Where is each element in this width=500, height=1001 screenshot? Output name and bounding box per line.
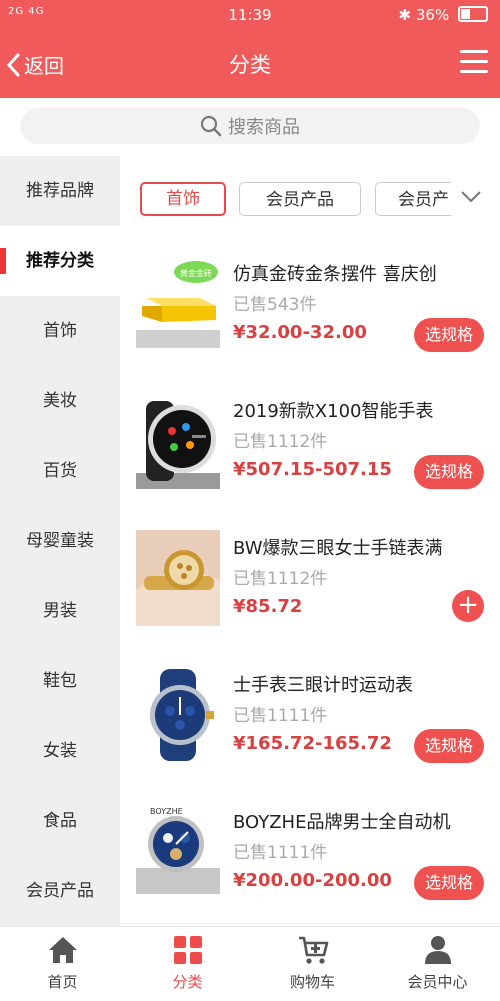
tab-jewelry[interactable]: 首饰 — [140, 182, 226, 216]
tab-home[interactable]: 首页 — [0, 927, 125, 1001]
battery-icon — [458, 6, 488, 22]
product-price: ¥85.72 — [233, 596, 303, 617]
product-name: BW爆款三眼女士手链表满 — [233, 538, 443, 559]
tab-label: 购物车 — [289, 973, 335, 991]
product-sold: 已售1111件 — [233, 706, 328, 726]
product-item[interactable]: 黄金金砖 仿真金砖金条摆件 喜庆创 已售543件 ¥32.00-32.00 选规… — [120, 238, 500, 376]
product-name: 2019新款X100智能手表 — [233, 401, 434, 422]
tab-member-products-2[interactable]: 会员产 — [375, 182, 451, 216]
home-icon — [49, 937, 77, 963]
sidebar-item-member-products[interactable]: 会员产品 — [0, 856, 120, 926]
user-icon — [425, 936, 451, 964]
sidebar-item-shoes-bags[interactable]: 鞋包 — [0, 646, 120, 716]
category-sidebar: 推荐品牌 推荐分类 首饰 美妆 百货 母婴童装 男装 鞋包 女装 食品 会员产品 — [0, 156, 120, 926]
blue-sport-watch-image — [136, 667, 220, 763]
image-badge-text: 黄金金砖 — [180, 268, 212, 278]
select-spec-button[interactable]: 选规格 — [414, 455, 484, 489]
product-item[interactable]: BOYZHE BOYZHE品牌男士全自动机 已售1111件 ¥200.00-20… — [120, 786, 500, 924]
product-price: ¥32.00-32.00 — [233, 322, 367, 343]
tab-cart[interactable]: 购物车 — [250, 927, 375, 1001]
select-spec-button[interactable]: 选规格 — [414, 729, 484, 763]
sidebar-item-general[interactable]: 百货 — [0, 436, 120, 506]
product-sold: 已售1112件 — [233, 569, 328, 589]
sidebar-item-beauty[interactable]: 美妆 — [0, 366, 120, 436]
search-bar: 搜索商品 — [0, 98, 500, 156]
tab-label: 会员中心 — [407, 973, 468, 991]
smartwatch-image — [136, 393, 220, 489]
sidebar-item-recommended-categories[interactable]: 推荐分类 — [0, 226, 120, 296]
product-price: ¥507.15-507.15 — [233, 459, 392, 480]
sidebar-item-food[interactable]: 食品 — [0, 786, 120, 856]
product-sold: 已售543件 — [233, 295, 317, 315]
product-price: ¥165.72-165.72 — [233, 733, 392, 754]
search-icon — [200, 115, 222, 137]
product-name: 士手表三眼计时运动表 — [233, 675, 413, 696]
sidebar-item-baby-kids[interactable]: 母婴童装 — [0, 506, 120, 576]
search-placeholder: 搜索商品 — [228, 117, 300, 138]
sidebar-item-menswear[interactable]: 男装 — [0, 576, 120, 646]
image-brand-text: BOYZHE — [150, 807, 183, 816]
status-right: ✱ 36% — [399, 6, 488, 24]
sidebar-item-womenswear[interactable]: 女装 — [0, 716, 120, 786]
tab-label: 首页 — [47, 973, 78, 991]
gold-bar-image: 黄金金砖 — [136, 256, 220, 352]
cart-icon — [299, 936, 329, 964]
sidebar-item-recommended-brands[interactable]: 推荐品牌 — [0, 156, 120, 226]
tab-label: 分类 — [172, 973, 203, 991]
product-panel: 首饰 会员产品 会员产 黄金金砖 仿真金砖金条摆件 喜庆创 已售543件 ¥32… — [120, 156, 500, 926]
automatic-watch-image: BOYZHE — [136, 804, 220, 900]
product-sold: 已售1111件 — [233, 843, 328, 863]
bluetooth-icon: ✱ — [398, 6, 412, 24]
tab-member-products[interactable]: 会员产品 — [239, 182, 361, 216]
product-name: 仿真金砖金条摆件 喜庆创 — [233, 264, 437, 285]
tab-member-center[interactable]: 会员中心 — [375, 927, 500, 1001]
chevron-down-icon[interactable] — [460, 190, 482, 204]
page-title: 分类 — [229, 53, 271, 77]
product-sold: 已售1112件 — [233, 432, 328, 452]
sidebar-item-jewelry[interactable]: 首饰 — [0, 296, 120, 366]
subcategory-tabs: 首饰 会员产品 会员产 — [120, 156, 500, 239]
product-item[interactable]: BW爆款三眼女士手链表满 已售1112件 ¥85.72 + — [120, 512, 500, 650]
product-name: BOYZHE品牌男士全自动机 — [233, 812, 451, 833]
product-item[interactable]: 2019新款X100智能手表 已售1112件 ¥507.15-507.15 选规… — [120, 375, 500, 513]
product-item[interactable]: 士手表三眼计时运动表 已售1111件 ¥165.72-165.72 选规格 — [120, 649, 500, 787]
category-grid-icon — [174, 936, 202, 964]
tab-category[interactable]: 分类 — [125, 927, 250, 1001]
search-input[interactable]: 搜索商品 — [20, 108, 480, 144]
select-spec-button[interactable]: 选规格 — [414, 866, 484, 900]
gold-bracelet-watch-image — [136, 530, 220, 626]
battery-percent: 36% — [415, 6, 450, 24]
product-price: ¥200.00-200.00 — [233, 870, 392, 891]
add-to-cart-button[interactable]: + — [452, 590, 484, 622]
select-spec-button[interactable]: 选规格 — [414, 318, 484, 352]
bottom-tab-bar: 首页 分类 购物车 会员中心 — [0, 926, 500, 1001]
app-header: 返回 分类 — [0, 30, 500, 98]
status-bar: 2G 4G 11:39 ✱ 36% — [0, 0, 500, 30]
menu-icon[interactable] — [460, 50, 488, 74]
